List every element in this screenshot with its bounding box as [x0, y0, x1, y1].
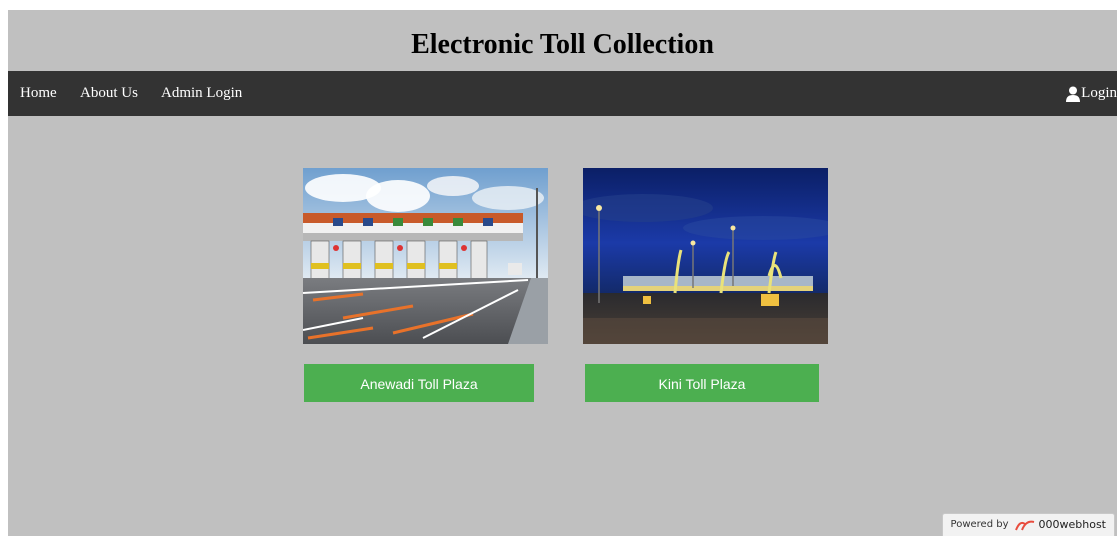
nav-admin-login-link[interactable]: Admin Login — [161, 71, 242, 116]
powered-by-badge[interactable]: Powered by 000webhost — [941, 513, 1115, 536]
kini-toll-plaza-button[interactable]: Kini Toll Plaza — [585, 364, 819, 402]
000webhost-logo-icon — [1014, 520, 1034, 531]
powered-by-label: Powered by — [950, 519, 1009, 530]
host-name: 000webhost — [1038, 518, 1107, 531]
nav-home-link[interactable]: Home — [20, 71, 57, 116]
user-icon — [1066, 86, 1081, 102]
nav-login-link[interactable]: Login — [1066, 71, 1117, 116]
nav-about-link[interactable]: About Us — [80, 71, 138, 116]
site-title: Electronic Toll Collection — [411, 29, 714, 60]
anewadi-toll-plaza-button[interactable]: Anewadi Toll Plaza — [304, 364, 534, 402]
page: Electronic Toll Collection Home About Us… — [8, 10, 1117, 536]
anewadi-toll-plaza-image — [303, 168, 548, 344]
nav-login-label: Login — [1081, 85, 1117, 101]
navbar: Home About Us Admin Login Login — [8, 71, 1117, 116]
kini-toll-plaza-image — [583, 168, 828, 344]
